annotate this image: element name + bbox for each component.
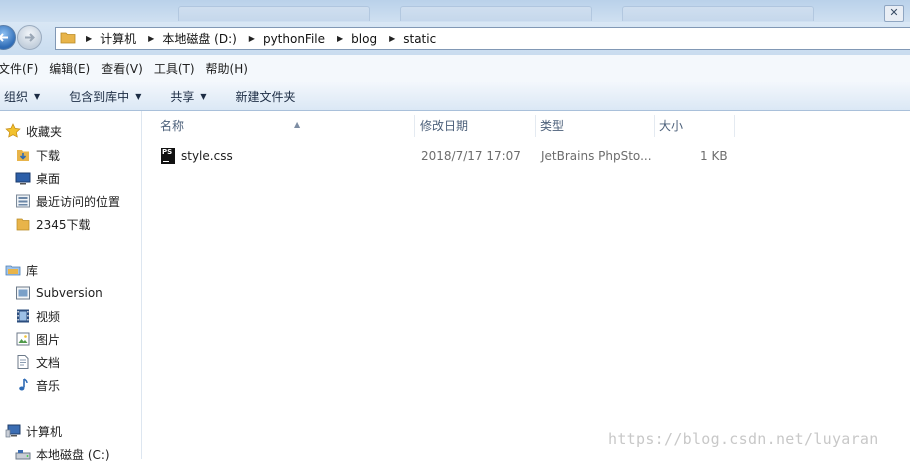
sidebar-favorites[interactable]: 收藏夹 [5, 121, 62, 141]
watermark: https://blog.csdn.net/luyaran [608, 430, 879, 448]
background-tab [622, 6, 814, 21]
subversion-icon [15, 285, 31, 301]
address-bar[interactable]: ▶ 计算机 ▶ 本地磁盘 (D:) ▶ pythonFile ▶ blog ▶ … [55, 27, 910, 50]
sidebar-item-music[interactable]: 音乐 [15, 375, 60, 395]
download-folder-icon [15, 147, 31, 163]
include-in-library-button[interactable]: 包含到库中 ▼ [69, 88, 141, 105]
breadcrumb-blog[interactable]: ▶ blog [337, 32, 389, 46]
background-tab [400, 6, 592, 21]
chevron-down-icon: ▼ [34, 91, 41, 101]
sidebar-libraries[interactable]: 库 [5, 260, 38, 280]
file-size: 1 KB [700, 149, 728, 163]
library-icon [5, 262, 21, 278]
menu-view[interactable]: 查看(V) [101, 60, 154, 77]
chevron-right-icon: ▶ [148, 34, 155, 43]
arrow-left-icon [0, 33, 8, 42]
forward-button[interactable] [17, 25, 42, 50]
navigation-pane: 收藏夹 下载 桌面 最近访问的位置 2345下载 库 Subversion 视频… [0, 111, 142, 462]
chevron-right-icon: ▶ [389, 34, 396, 43]
sidebar-item-subversion[interactable]: Subversion [15, 283, 103, 303]
organize-button[interactable]: 组织 ▼ [4, 88, 40, 105]
share-button[interactable]: 共享 ▼ [170, 88, 206, 105]
sidebar-item-local-disk-c[interactable]: 本地磁盘 (C:) [15, 444, 110, 464]
breadcrumb-static[interactable]: ▶ static [389, 32, 448, 46]
file-modified: 2018/7/17 17:07 [421, 149, 521, 163]
sidebar-item-downloads[interactable]: 下载 [15, 145, 60, 165]
sidebar-item-desktop[interactable]: 桌面 [15, 168, 60, 188]
file-list: 名称 ▲ 修改日期 类型 大小 PS style.css 2018/7/17 1… [142, 111, 910, 459]
column-header-type[interactable]: 类型 [536, 115, 655, 137]
breadcrumb-computer[interactable]: ▶ 计算机 [86, 30, 148, 47]
computer-icon [5, 423, 21, 439]
document-icon [15, 354, 31, 370]
chevron-down-icon: ▼ [135, 91, 142, 101]
breadcrumb-pythonfile[interactable]: ▶ pythonFile [249, 32, 337, 46]
sort-ascending-icon: ▲ [294, 120, 301, 129]
video-icon [15, 308, 31, 324]
menu-tools[interactable]: 工具(T) [154, 60, 206, 77]
file-row[interactable]: PS style.css [161, 145, 233, 167]
file-name: style.css [181, 149, 233, 163]
new-folder-button[interactable]: 新建文件夹 [236, 88, 296, 105]
menu-file[interactable]: 文件(F) [0, 60, 49, 77]
chevron-right-icon: ▶ [86, 34, 93, 43]
navigation-bar: ▶ 计算机 ▶ 本地磁盘 (D:) ▶ pythonFile ▶ blog ▶ … [0, 22, 910, 55]
sidebar-item-recent-places[interactable]: 最近访问的位置 [15, 191, 120, 211]
menu-edit[interactable]: 编辑(E) [49, 60, 101, 77]
folder-icon [15, 216, 31, 232]
column-header-size[interactable]: 大小 [655, 115, 735, 137]
menu-bar: 文件(F) 编辑(E) 查看(V) 工具(T) 帮助(H) [0, 55, 910, 82]
file-type: JetBrains PhpSto... [541, 149, 652, 163]
desktop-icon [15, 170, 31, 186]
sidebar-item-videos[interactable]: 视频 [15, 306, 60, 326]
back-button[interactable] [0, 25, 16, 50]
breadcrumb-drive-d[interactable]: ▶ 本地磁盘 (D:) [148, 30, 249, 47]
background-tab [178, 6, 370, 21]
star-icon [5, 123, 21, 139]
column-header-name[interactable]: 名称 ▲ [156, 115, 415, 137]
sidebar-item-documents[interactable]: 文档 [15, 352, 60, 372]
chevron-down-icon: ▼ [200, 91, 207, 101]
chevron-right-icon: ▶ [248, 34, 255, 43]
title-bar: ✕ [0, 0, 910, 22]
drive-icon [15, 446, 31, 462]
command-bar: 组织 ▼ 包含到库中 ▼ 共享 ▼ 新建文件夹 [0, 82, 910, 111]
menu-help[interactable]: 帮助(H) [206, 60, 259, 77]
picture-icon [15, 331, 31, 347]
music-note-icon [15, 377, 31, 393]
sidebar-computer[interactable]: 计算机 [5, 421, 62, 441]
chevron-right-icon: ▶ [337, 34, 344, 43]
folder-icon [60, 30, 76, 47]
column-header-modified[interactable]: 修改日期 [416, 115, 536, 137]
close-icon[interactable]: ✕ [884, 5, 904, 22]
sidebar-item-pictures[interactable]: 图片 [15, 329, 60, 349]
recent-places-icon [15, 193, 31, 209]
phpstorm-file-icon: PS [161, 148, 175, 164]
sidebar-item-2345-downloads[interactable]: 2345下载 [15, 214, 91, 234]
arrow-right-icon [25, 33, 35, 42]
